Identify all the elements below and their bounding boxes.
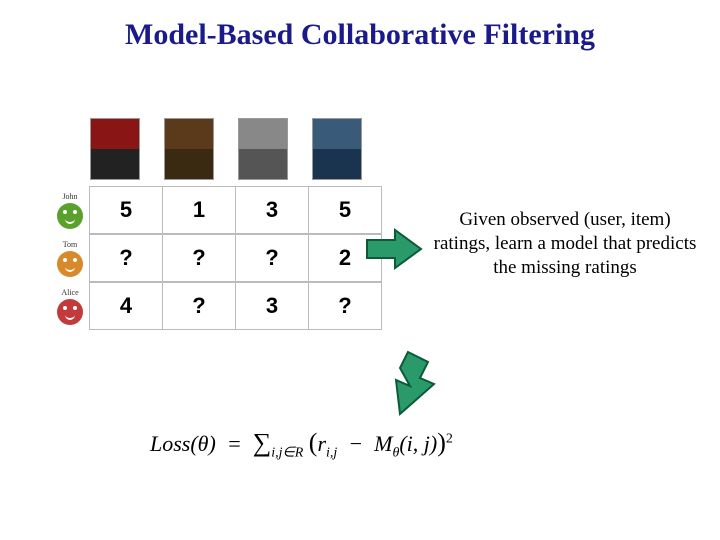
summation-symbol: ∑ — [253, 428, 272, 457]
table-row: Tom ? ? ? 2 — [50, 234, 386, 282]
slide-title: Model-Based Collaborative Filtering — [0, 0, 720, 58]
rating-cell: ? — [89, 234, 163, 282]
table-row: Alice 4 ? 3 ? — [50, 282, 386, 330]
rating-cell: 3 — [235, 186, 309, 234]
user-label: Alice — [50, 288, 90, 325]
rating-cell: 4 — [89, 282, 163, 330]
rating-cell: ? — [235, 234, 309, 282]
avatar-icon — [57, 203, 83, 229]
rating-cell: 5 — [308, 186, 382, 234]
movie-poster-icon — [164, 118, 214, 180]
movie-poster-icon — [312, 118, 362, 180]
description-text: Given observed (user, item) ratings, lea… — [430, 208, 700, 279]
rating-cell: 1 — [162, 186, 236, 234]
rating-cell: ? — [162, 282, 236, 330]
user-name: Alice — [61, 288, 78, 297]
r-subscript: i,j — [326, 445, 337, 460]
rating-cell: ? — [162, 234, 236, 282]
user-label: Tom — [50, 240, 90, 277]
user-label: John — [50, 192, 90, 229]
item-posters-row — [90, 118, 386, 180]
arrow-down-icon — [380, 348, 440, 418]
movie-poster-icon — [238, 118, 288, 180]
loss-formula: Loss(θ) = ∑i,j∈R (ri,j − Mθ(i, j))2 — [150, 428, 453, 461]
user-name: Tom — [63, 240, 78, 249]
rating-cell: ? — [308, 282, 382, 330]
ratings-table: John 5 1 3 5 Tom ? ? ? 2 Alice — [10, 118, 386, 330]
avatar-icon — [57, 251, 83, 277]
M-args: (i, j) — [399, 431, 437, 456]
formula-lhs: Loss(θ) — [150, 431, 216, 456]
formula-exponent: 2 — [446, 432, 453, 447]
arrow-right-icon — [365, 228, 425, 270]
summation-subscript: i,j∈R — [271, 445, 303, 460]
rating-cell: 3 — [235, 282, 309, 330]
movie-poster-icon — [90, 118, 140, 180]
formula-M: M — [374, 431, 392, 456]
avatar-icon — [57, 299, 83, 325]
user-name: John — [62, 192, 77, 201]
ratings-grid: John 5 1 3 5 Tom ? ? ? 2 Alice — [50, 186, 386, 330]
formula-r: r — [317, 431, 326, 456]
rating-cell: 5 — [89, 186, 163, 234]
table-row: John 5 1 3 5 — [50, 186, 386, 234]
